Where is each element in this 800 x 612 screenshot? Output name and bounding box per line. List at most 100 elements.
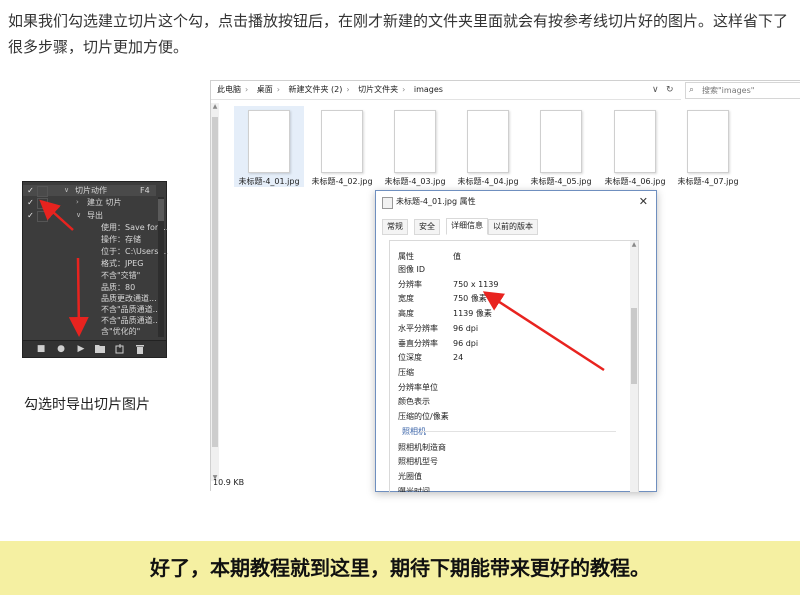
action-row[interactable]: 不含"交错" [23, 270, 156, 281]
status-bar-size: 10.9 KB [213, 478, 245, 487]
dialog-title-bar: 未标题-4_01.jpg 属性 ✕ [376, 191, 656, 213]
property-name: 垂直分辨率 [398, 338, 438, 348]
action-row[interactable]: ✓ › 建立 切片 [23, 197, 156, 209]
breadcrumb-new-folder[interactable]: 新建文件夹 (2) [289, 85, 343, 94]
search-box[interactable]: ⌕ 搜索"images" [685, 82, 800, 99]
action-label: 切片动作 [75, 186, 107, 195]
file-name: 未标题-4_02.jpg [311, 177, 373, 186]
breadcrumb-slice-folder[interactable]: 切片文件夹 [358, 85, 398, 94]
expand-triangle-icon[interactable]: ∨ [76, 210, 81, 221]
dialog-toggle-box[interactable] [37, 211, 48, 222]
shortcut-key: F4 [140, 186, 150, 195]
file-item[interactable]: 未标题-4_04.jpg [453, 106, 523, 187]
tab-previous-versions[interactable]: 以前的版本 [488, 219, 538, 235]
dialog-toggle-box[interactable] [37, 186, 48, 197]
image-file-icon [394, 110, 436, 173]
expand-triangle-icon[interactable]: › [76, 197, 79, 208]
action-row[interactable]: ✓ ∨ 切片动作 F4 [23, 185, 156, 197]
image-file-icon [321, 110, 363, 173]
breadcrumb-pc[interactable]: 此电脑 [217, 85, 241, 94]
file-item[interactable]: 未标题-4_06.jpg [600, 106, 670, 187]
property-name: 曝光时间 [398, 486, 430, 492]
tab-general[interactable]: 常规 [382, 219, 408, 235]
tab-details[interactable]: 详细信息 [446, 218, 488, 235]
expand-triangle-icon[interactable]: ∨ [64, 185, 69, 196]
address-bar[interactable]: 此电脑 › 桌面 › 新建文件夹 (2) › 切片文件夹 › images [211, 81, 681, 100]
property-name: 照相机制造商 [398, 442, 446, 452]
checkmark-icon[interactable]: ✓ [26, 185, 35, 196]
file-name: 未标题-4_04.jpg [457, 177, 519, 186]
file-name: 未标题-4_03.jpg [384, 177, 446, 186]
value-column-header[interactable]: 值 [453, 249, 461, 264]
breadcrumb-images[interactable]: images [414, 85, 443, 94]
record-icon[interactable]: ● [56, 344, 66, 354]
file-name: 未标题-4_05.jpg [530, 177, 592, 186]
property-value: 24 [453, 353, 464, 363]
breadcrumb-separator-icon: › [346, 85, 350, 94]
action-row[interactable]: 不含"品质通道... [23, 304, 160, 315]
property-value: 1139 像素 [453, 309, 492, 319]
property-name: 光圈值 [398, 472, 422, 482]
action-label: 建立 切片 [87, 198, 122, 207]
address-dropdown-icon[interactable]: ∨ [652, 81, 659, 99]
actions-panel-caption: 勾选时导出切片图片 [24, 397, 150, 413]
tab-security[interactable]: 安全 [414, 219, 440, 235]
new-action-icon[interactable] [115, 344, 125, 354]
image-file-icon [248, 110, 290, 173]
trash-icon[interactable] [135, 344, 145, 354]
actions-scrollbar[interactable] [158, 197, 164, 337]
file-item[interactable]: 未标题-4_02.jpg [307, 106, 377, 187]
explorer-scroll-thumb[interactable] [212, 117, 218, 447]
checkmark-icon[interactable]: ✓ [26, 197, 35, 208]
action-row[interactable]: 含"优化的" [23, 326, 156, 337]
properties-dialog: 未标题-4_01.jpg 属性 ✕ 常规 安全 详细信息 以前的版本 属性 值 … [375, 190, 657, 492]
action-row[interactable]: 使用：Save for ... [23, 222, 168, 233]
breadcrumb-separator-icon: › [276, 85, 280, 94]
action-row[interactable]: 格式：JPEG [23, 258, 156, 269]
closing-banner: 好了，本期教程就到这里，期待下期能带来更好的教程。 [0, 541, 800, 595]
actions-scroll-thumb[interactable] [158, 199, 164, 221]
action-label: 不含"交错" [101, 271, 141, 280]
play-icon[interactable]: ▶ [76, 344, 86, 354]
action-row[interactable]: ✓ ∨ 导出 [23, 210, 156, 222]
file-name: 未标题-4_06.jpg [604, 177, 666, 186]
breadcrumb-desktop[interactable]: 桌面 [257, 85, 273, 94]
action-label: 操作：存储 [101, 235, 141, 244]
scroll-up-icon[interactable]: ▲ [630, 241, 638, 248]
file-item[interactable]: 未标题-4_05.jpg [526, 106, 596, 187]
jpg-file-icon [382, 197, 393, 209]
image-file-icon [540, 110, 582, 173]
action-row[interactable]: 品质更改通道... [23, 293, 157, 304]
details-scrollbar[interactable]: ▲ [630, 241, 638, 492]
stop-icon[interactable]: ■ [36, 344, 46, 354]
file-item[interactable]: 未标题-4_01.jpg [234, 106, 304, 187]
image-file-icon [614, 110, 656, 173]
action-label: 品质：80 [101, 283, 136, 292]
image-file-icon [467, 110, 509, 173]
action-row[interactable]: 不含"品质通道... [23, 315, 160, 326]
action-row[interactable]: 品质：80 [23, 282, 156, 293]
refresh-icon[interactable]: ↻ [666, 81, 674, 99]
action-row[interactable]: 操作：存储 [23, 234, 156, 245]
folder-icon[interactable] [95, 344, 105, 354]
checkmark-icon[interactable]: ✓ [26, 210, 35, 221]
group-divider [420, 430, 616, 432]
property-name: 压缩 [398, 367, 414, 377]
search-icon: ⌕ [689, 85, 695, 95]
image-file-icon [687, 110, 729, 173]
dialog-toggle-box[interactable] [37, 198, 48, 209]
close-icon[interactable]: ✕ [639, 191, 648, 213]
property-value: 96 dpi [453, 323, 479, 333]
action-label: 格式：JPEG [101, 259, 144, 268]
photoshop-actions-panel: ✓ ∨ 切片动作 F4 ✓ › 建立 切片 ✓ ∨ 导出 使用：Save for ... 操作：存储位… [22, 181, 169, 358]
scroll-up-icon[interactable]: ▲ [211, 103, 219, 110]
details-scroll-thumb[interactable] [631, 308, 637, 384]
property-name: 分辨率单位 [398, 382, 438, 392]
action-row[interactable]: 位于：C:\Users\... [23, 246, 169, 257]
breadcrumb-separator-icon: › [245, 85, 249, 94]
file-item[interactable]: 未标题-4_07.jpg [673, 106, 743, 187]
explorer-scrollbar[interactable]: ▲ ▼ [211, 103, 219, 481]
actions-toolbar: ■ ● ▶ [23, 340, 166, 357]
action-label: 不含"品质通道... [101, 305, 161, 314]
file-item[interactable]: 未标题-4_03.jpg [380, 106, 450, 187]
